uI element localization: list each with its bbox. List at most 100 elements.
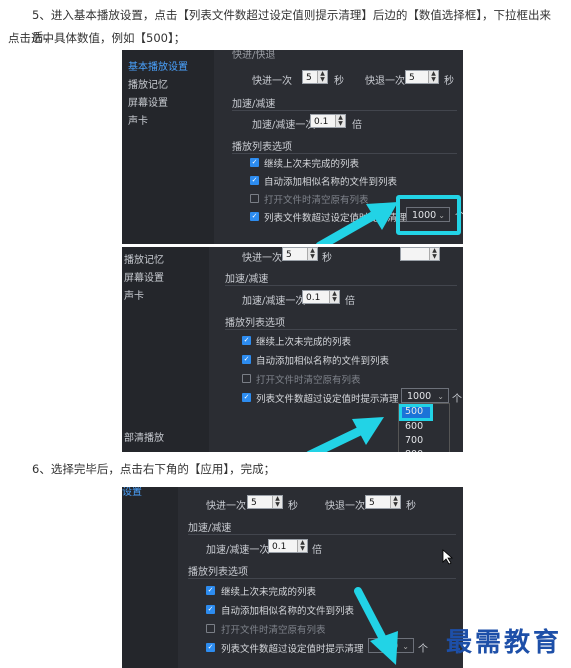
pointer-arrow-icon xyxy=(306,417,384,452)
checkbox-label: 继续上次未完成的列表 xyxy=(264,159,360,170)
speed-value: 0.1 xyxy=(272,542,287,552)
settings-screenshot-1: 基本播放设置 播放记忆 屏幕设置 声卡 快进/快退 快进一次 5 ▲ ▼ 秒 快退一… xyxy=(122,50,463,244)
forward-stepper[interactable]: 5 ▲ ▼ xyxy=(302,70,328,84)
mouse-cursor-icon xyxy=(442,549,454,565)
step6-text: 6、选择完毕后，点击右下角的【应用】，完成； xyxy=(32,462,276,476)
sidebar-item-sound-card[interactable]: 声卡 xyxy=(128,112,148,127)
backward-value: 5 xyxy=(409,73,415,83)
forward-label: 快进一次 xyxy=(252,76,292,87)
forward-stepper[interactable]: 5 ▲ ▼ xyxy=(282,247,318,261)
forward-label: 快进一次 xyxy=(242,253,282,264)
forward-value: 5 xyxy=(286,250,292,260)
checkbox-label: 继续上次未完成的列表 xyxy=(221,587,317,598)
step5-line2: 点击选中具体数值，例如【500】； xyxy=(8,31,186,45)
sidebar-item-settings[interactable]: 设置 xyxy=(122,487,142,498)
checkbox-auto-add[interactable]: ✓ xyxy=(250,176,259,185)
speed-label: 加速/减速一次 xyxy=(252,120,316,131)
checkbox-label: 打开文件时清空原有列表 xyxy=(256,375,361,386)
forward-stepper[interactable]: 5 ▲ ▼ xyxy=(247,495,283,509)
backward-label: 快退一次 xyxy=(325,501,365,512)
stepper-arrows-icon[interactable]: ▲ ▼ xyxy=(307,248,317,260)
stepper-arrows-icon[interactable]: ▲ ▼ xyxy=(428,71,438,83)
seconds-label: 秒 xyxy=(406,501,416,512)
checkbox-continue-list[interactable]: ✓ xyxy=(206,586,215,595)
speed-value: 0.1 xyxy=(314,117,329,127)
divider xyxy=(225,329,457,330)
forward-value: 5 xyxy=(306,73,312,83)
settings-screenshot-3: 设置 快进一次 5 ▲ ▼ 秒 快退一次 5 ▲ ▼ 秒 加速/减速 加速/减速一次 0… xyxy=(122,487,463,668)
option-700[interactable]: 700 xyxy=(405,435,423,446)
checkbox-label: 列表文件数超过设定值时提示清理 xyxy=(221,644,364,655)
times-label: 倍 xyxy=(345,296,355,307)
checkbox-auto-add[interactable]: ✓ xyxy=(206,605,215,614)
sidebar-item-play-memory[interactable]: 播放记忆 xyxy=(124,251,164,266)
checkbox-continue-list[interactable]: ✓ xyxy=(242,336,251,345)
seconds-label: 秒 xyxy=(444,76,454,87)
option-500[interactable]: 500 xyxy=(405,406,423,417)
count-select[interactable]: 1000 ⌄ xyxy=(401,388,449,403)
pointer-arrow-icon xyxy=(315,202,398,244)
checkbox-label: 继续上次未完成的列表 xyxy=(256,337,352,348)
speed-stepper[interactable]: 0.1 ▲ ▼ xyxy=(268,539,308,553)
sidebar-item-play-memory[interactable]: 播放记忆 xyxy=(128,76,168,91)
backward-stepper[interactable]: 5 ▲ ▼ xyxy=(365,495,401,509)
sidebar-item-sound-card[interactable]: 声卡 xyxy=(124,287,144,302)
option-800[interactable]: 800 xyxy=(405,449,423,452)
forward-label: 快进一次 xyxy=(206,501,246,512)
sidebar-item-bottom[interactable]: 部清播放 xyxy=(124,429,164,444)
stepper-arrows-icon[interactable]: ▲ ▼ xyxy=(317,71,327,83)
chevron-down-icon: ⌄ xyxy=(437,392,444,401)
stepper-arrows-icon[interactable]: ▲ ▼ xyxy=(272,496,282,508)
section-title-speed: 加速/减速 xyxy=(188,523,232,534)
sidebar-item-screen[interactable]: 屏幕设置 xyxy=(128,94,168,109)
settings-sidebar: 基本播放设置 播放记忆 屏幕设置 声卡 xyxy=(122,50,214,244)
settings-sidebar: 播放记忆 屏幕设置 声卡 部清播放 xyxy=(122,247,209,452)
settings-sidebar: 设置 xyxy=(122,487,178,668)
divider xyxy=(188,534,456,535)
checkbox-continue-list[interactable]: ✓ xyxy=(250,158,259,167)
backward-label: 快退一次 xyxy=(365,76,405,87)
speed-value: 0.1 xyxy=(306,293,321,303)
checkbox-cleanup-prompt[interactable]: ✓ xyxy=(250,212,259,221)
section-title-speed: 加速/减速 xyxy=(225,274,269,285)
times-label: 倍 xyxy=(312,545,322,556)
unit-label: 个 xyxy=(418,644,428,655)
checkbox-label: 打开文件时清空原有列表 xyxy=(221,625,326,636)
stepper-arrows-icon[interactable]: ▲ ▼ xyxy=(329,291,339,303)
checkbox-label: 自动添加相似名称的文件到列表 xyxy=(256,356,390,367)
checkbox-clear-on-open[interactable] xyxy=(206,624,215,633)
backward-stepper[interactable]: 5 ▲ ▼ xyxy=(405,70,439,84)
backward-value: 5 xyxy=(369,498,375,508)
stepper-arrows-icon[interactable]: ▲ ▼ xyxy=(335,115,345,127)
checkbox-cleanup-prompt[interactable]: ✓ xyxy=(242,393,251,402)
seconds-label: 秒 xyxy=(288,501,298,512)
checkbox-label: 列表文件数超过设定值时提示清理 xyxy=(256,394,399,405)
stepper-arrows-icon[interactable]: ▲ ▼ xyxy=(390,496,400,508)
section-title-playlist: 播放列表选项 xyxy=(232,142,292,153)
speed-stepper[interactable]: 0.1 ▲ ▼ xyxy=(302,290,340,304)
settings-screenshot-2: 播放记忆 屏幕设置 声卡 部清播放 快进一次 5 ▲ ▼ 秒 ▲ ▼ 加速/减速 加速… xyxy=(122,247,463,452)
checkbox-label: 自动添加相似名称的文件到列表 xyxy=(264,177,398,188)
checkbox-label: 自动添加相似名称的文件到列表 xyxy=(221,606,355,617)
speed-label: 加速/减速一次 xyxy=(206,545,270,556)
checkbox-clear-on-open[interactable] xyxy=(250,194,259,203)
checkbox-clear-on-open[interactable] xyxy=(242,374,251,383)
seconds-label: 秒 xyxy=(334,76,344,87)
sidebar-item-basic-playback[interactable]: 基本播放设置 xyxy=(128,58,188,73)
select-value: 1000 xyxy=(407,391,432,402)
section-title-seek: 快进/快退 xyxy=(232,50,276,61)
brand-watermark: 最需教育 xyxy=(446,628,563,658)
divider xyxy=(225,285,457,286)
speed-label: 加速/减速一次 xyxy=(242,296,306,307)
stepper-arrows-icon[interactable]: ▲ ▼ xyxy=(429,248,439,260)
option-600[interactable]: 600 xyxy=(405,421,423,432)
sidebar-item-screen[interactable]: 屏幕设置 xyxy=(124,269,164,284)
backward-stepper[interactable]: ▲ ▼ xyxy=(400,247,440,261)
speed-stepper[interactable]: 0.1 ▲ ▼ xyxy=(310,114,346,128)
checkbox-cleanup-prompt[interactable]: ✓ xyxy=(206,643,215,652)
unit-label: 个 xyxy=(452,394,462,405)
pointer-arrow-icon xyxy=(354,587,398,665)
stepper-arrows-icon[interactable]: ▲ ▼ xyxy=(297,540,307,552)
section-title-speed: 加速/减速 xyxy=(232,99,276,110)
checkbox-auto-add[interactable]: ✓ xyxy=(242,355,251,364)
